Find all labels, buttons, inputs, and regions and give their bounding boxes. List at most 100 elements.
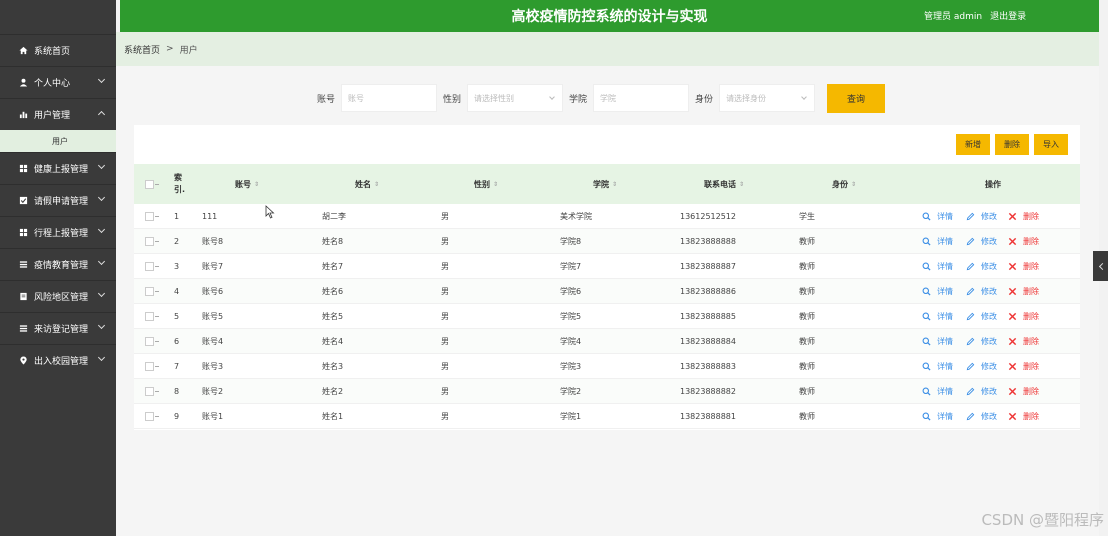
checkbox[interactable] xyxy=(145,287,154,296)
cell-role: 教师 xyxy=(799,337,815,346)
row-checkbox[interactable] xyxy=(145,304,159,329)
checkbox[interactable] xyxy=(145,337,154,346)
col-phone[interactable]: 联系电话 ⇕ xyxy=(704,164,744,204)
cell-phone: 13823888885 xyxy=(680,312,736,321)
cell-gender: 男 xyxy=(441,287,449,296)
delete-row-button[interactable]: 删除 xyxy=(1008,379,1039,404)
edit-button[interactable]: 修改 xyxy=(966,254,997,279)
sidebar-item-label: 出入校园管理 xyxy=(34,357,89,367)
detail-button[interactable]: 详情 xyxy=(922,329,953,354)
edit-button[interactable]: 修改 xyxy=(966,279,997,304)
col-role[interactable]: 身份 ⇕ xyxy=(832,164,856,204)
delete-row-button[interactable]: 删除 xyxy=(1008,229,1039,254)
row-checkbox[interactable] xyxy=(145,204,159,229)
delete-row-button-label: 删除 xyxy=(1023,362,1039,371)
detail-button[interactable]: 详情 xyxy=(922,354,953,379)
checkbox[interactable] xyxy=(145,262,154,271)
delete-row-button[interactable]: 删除 xyxy=(1008,204,1039,229)
sidebar-item-6[interactable]: 疫情教育管理 xyxy=(0,248,116,280)
delete-row-button[interactable]: 删除 xyxy=(1008,329,1039,354)
checkbox[interactable] xyxy=(145,237,154,246)
detail-button[interactable]: 详情 xyxy=(922,404,953,429)
row-checkbox[interactable] xyxy=(145,254,159,279)
sidebar-item-5[interactable]: 行程上报管理 xyxy=(0,216,116,248)
document-icon xyxy=(18,292,28,302)
role-select[interactable]: 请选择身份 xyxy=(719,84,816,112)
search-icon xyxy=(922,337,934,346)
delete-row-button[interactable]: 删除 xyxy=(1008,304,1039,329)
cell-college: 学院7 xyxy=(560,262,582,271)
col-name-label: 姓名 xyxy=(355,179,371,189)
checkbox[interactable] xyxy=(145,412,154,421)
sidebar-item-8[interactable]: 来访登记管理 xyxy=(0,312,116,344)
detail-button-label: 详情 xyxy=(937,312,953,321)
delete-button[interactable]: 删除 xyxy=(995,134,1029,155)
collapse-toggle[interactable] xyxy=(1093,251,1108,281)
row-checkbox[interactable] xyxy=(145,354,159,379)
sidebar-item-2[interactable]: 用户管理 xyxy=(0,98,116,130)
detail-button[interactable]: 详情 xyxy=(922,254,953,279)
cell-name: 姓名8 xyxy=(322,237,344,246)
col-gender[interactable]: 性别 ⇕ xyxy=(474,164,498,204)
pencil-icon xyxy=(966,387,978,396)
sidebar-subitem-user[interactable]: 用户 xyxy=(0,130,116,152)
add-button[interactable]: 新增 xyxy=(956,134,990,155)
sidebar-item-4[interactable]: 请假申请管理 xyxy=(0,184,116,216)
sidebar-item-label: 用户管理 xyxy=(34,111,71,121)
select-all-checkbox[interactable] xyxy=(145,164,159,204)
row-checkbox[interactable] xyxy=(145,229,159,254)
close-icon xyxy=(1008,262,1020,271)
edit-button[interactable]: 修改 xyxy=(966,329,997,354)
sidebar-item-7[interactable]: 风险地区管理 xyxy=(0,280,116,312)
checkbox[interactable] xyxy=(145,387,154,396)
checkbox[interactable] xyxy=(145,312,154,321)
college-input[interactable]: 学院 xyxy=(593,84,690,112)
edit-button[interactable]: 修改 xyxy=(966,354,997,379)
logout-link[interactable]: 退出登录 xyxy=(990,9,1026,22)
detail-button[interactable]: 详情 xyxy=(922,379,953,404)
list-icon xyxy=(18,324,28,334)
row-checkbox[interactable] xyxy=(145,279,159,304)
query-button[interactable]: 查询 xyxy=(827,83,886,113)
sidebar-item-3[interactable]: 健康上报管理 xyxy=(0,152,116,184)
delete-row-button[interactable]: 删除 xyxy=(1008,279,1039,304)
gender-select[interactable]: 请选择性别 xyxy=(467,84,564,112)
edit-button-label: 修改 xyxy=(981,337,997,346)
detail-button[interactable]: 详情 xyxy=(922,229,953,254)
checkbox[interactable] xyxy=(145,362,154,371)
row-checkbox[interactable] xyxy=(145,404,159,429)
edit-button[interactable]: 修改 xyxy=(966,204,997,229)
delete-row-button[interactable]: 删除 xyxy=(1008,354,1039,379)
cell-college: 学院2 xyxy=(560,387,582,396)
bar-chart-icon xyxy=(18,110,28,120)
col-account[interactable]: 账号 ⇕ xyxy=(235,164,259,204)
detail-button[interactable]: 详情 xyxy=(922,279,953,304)
delete-row-button[interactable]: 删除 xyxy=(1008,254,1039,279)
account-input[interactable]: 账号 xyxy=(341,84,438,112)
search-icon xyxy=(922,287,934,296)
sidebar-item-9[interactable]: 出入校园管理 xyxy=(0,344,116,376)
row-checkbox[interactable] xyxy=(145,379,159,404)
row-checkbox[interactable] xyxy=(145,329,159,354)
edit-button[interactable]: 修改 xyxy=(966,304,997,329)
detail-button[interactable]: 详情 xyxy=(922,204,953,229)
delete-row-button[interactable]: 删除 xyxy=(1008,404,1039,429)
table-header: 索 引. 账号 ⇕ 姓名 ⇕ 性别 ⇕ 学院 ⇕ 联系电话 ⇕ 身份 ⇕ 操作 xyxy=(134,164,1080,204)
sidebar-item-0[interactable]: 系统首页 xyxy=(0,34,116,66)
cell-phone: 13823888886 xyxy=(680,287,736,296)
import-button[interactable]: 导入 xyxy=(1034,134,1068,155)
col-college[interactable]: 学院 ⇕ xyxy=(593,164,617,204)
account-label: 账号 xyxy=(317,94,336,105)
checkbox[interactable] xyxy=(145,212,154,221)
cell-college: 学院3 xyxy=(560,362,582,371)
breadcrumb-home[interactable]: 系统首页 xyxy=(124,43,160,56)
edit-button[interactable]: 修改 xyxy=(966,379,997,404)
detail-button[interactable]: 详情 xyxy=(922,304,953,329)
close-icon xyxy=(1008,362,1020,371)
checkbox[interactable] xyxy=(145,179,154,189)
edit-button[interactable]: 修改 xyxy=(966,404,997,429)
col-name[interactable]: 姓名 ⇕ xyxy=(355,164,379,204)
edit-button[interactable]: 修改 xyxy=(966,229,997,254)
chevron-up-icon xyxy=(97,110,106,119)
sidebar-item-1[interactable]: 个人中心 xyxy=(0,66,116,98)
